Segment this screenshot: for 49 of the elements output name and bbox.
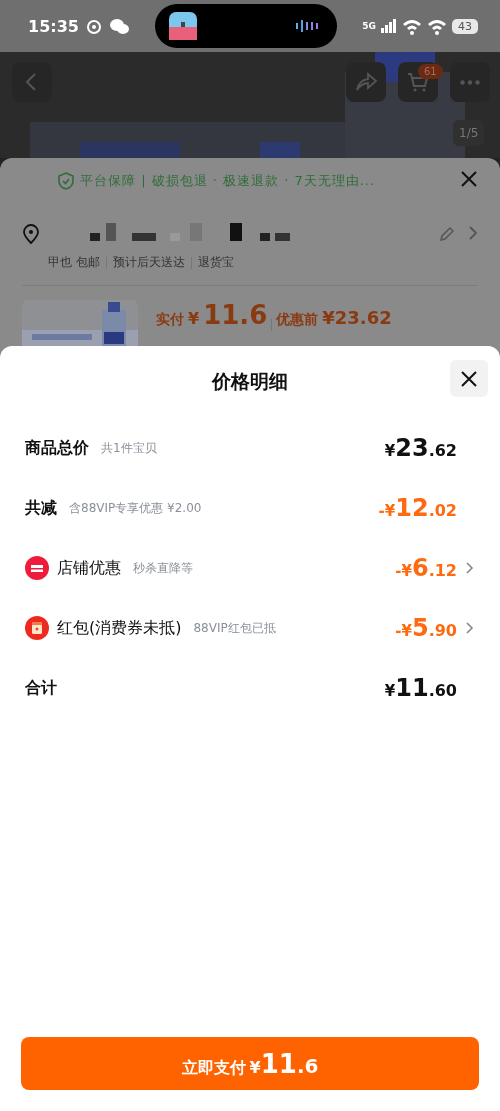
amount: -¥6.12 [395,554,457,582]
cart-count-badge: 61 [418,64,443,79]
clock-time: 15:35 [28,16,79,36]
chevron-right-icon[interactable] [468,225,478,241]
close-button[interactable] [450,360,488,397]
share-button[interactable] [346,62,386,102]
paid-amount: 11.6 [203,300,268,330]
amount: -¥5.90 [395,614,457,642]
original-price: ¥23.62 [322,307,392,328]
more-button[interactable] [450,62,490,102]
row-note: 秒杀直降等 [133,559,193,577]
amount: -¥12.02 [378,494,457,522]
more-icon [460,79,480,85]
location-pin-icon [22,224,40,244]
chevron-right-icon[interactable] [465,561,475,575]
guarantee-text: 平台保障 | 破损包退 · 极速退款 · 7天无理由... [80,172,376,190]
row-label: 商品总价 [25,437,89,459]
sheet-title: 价格明细 [212,369,288,394]
image-counter: 1/5 [453,120,485,146]
amount: ¥23.62 [384,434,457,462]
wifi-icon [402,17,422,35]
delivery-tag: 甲也 包邮 [48,254,100,271]
battery-level: 43 [452,18,478,34]
network-label: 5G [362,21,376,31]
row-label: 店铺优惠 [57,557,121,579]
row-note: 含88VIP专享优惠 ¥2.00 [69,499,202,517]
paid-label: 实付 [156,311,184,329]
row-label: 合计 [25,677,57,699]
delivery-tag: 预计后天送达 [112,254,185,271]
envelope-icon [25,616,49,640]
amount: ¥11.60 [384,674,457,702]
original-price-label: 优惠前 [276,311,319,329]
row-label: 红包(消费券未抵) [57,617,182,639]
chevron-right-icon[interactable] [465,621,475,635]
pay-now-button[interactable]: 立即支付 ¥11.6 [21,1037,479,1090]
back-button[interactable] [12,62,52,102]
close-icon[interactable] [460,170,478,188]
pencil-icon[interactable] [438,225,456,243]
signal-icon [381,19,397,33]
row-note: 88VIP红包已抵 [193,619,276,637]
wifi-icon [427,17,447,35]
row-label: 共减 [25,497,57,519]
row-note: 共1件宝贝 [101,439,157,457]
shop-icon [25,556,49,580]
shield-check-icon [58,172,74,190]
currency-sign: ¥ [188,309,200,328]
close-icon [460,369,478,388]
chat-icon [108,17,129,35]
delivery-tag: 退货宝 [197,254,234,271]
